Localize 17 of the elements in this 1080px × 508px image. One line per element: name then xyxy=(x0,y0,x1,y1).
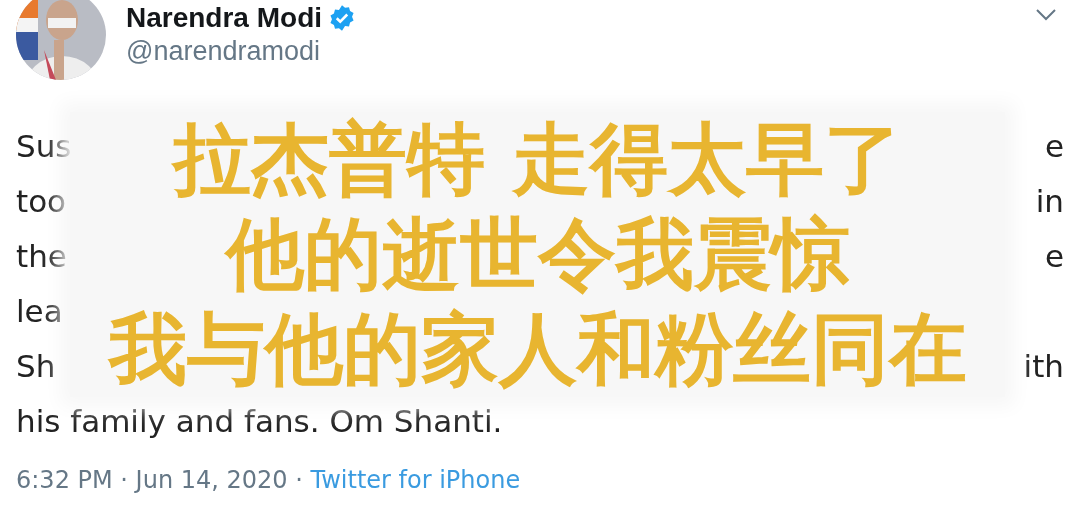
tweet-text: e xyxy=(1044,237,1064,274)
tweet-text: his family and fans. Om Shanti. xyxy=(16,402,503,439)
author-name[interactable]: Narendra Modi xyxy=(126,2,323,34)
caption-text: 我与他的家人和粉丝同在 xyxy=(108,303,967,396)
tweet-timestamp: 6:32 PM · Jun 14, 2020 · xyxy=(16,466,304,494)
tweet-text: Sh xyxy=(16,347,56,384)
source-link[interactable]: Twitter for iPhone xyxy=(310,466,521,494)
tweet-text: too xyxy=(16,182,67,219)
tweet-text: lea xyxy=(16,292,63,329)
caption-text: 他的逝世令我震惊 xyxy=(225,208,850,301)
tweet-text: Sus xyxy=(16,127,72,164)
tweet-text: e xyxy=(1044,127,1064,164)
tweet-text: ith xyxy=(1023,347,1064,384)
tweet-text: the xyxy=(16,237,67,274)
tweet-text: in xyxy=(1035,182,1064,219)
author-handle[interactable]: @narendramodi xyxy=(126,36,357,67)
caption-text: 拉杰普特 走得太早了 xyxy=(172,113,903,206)
